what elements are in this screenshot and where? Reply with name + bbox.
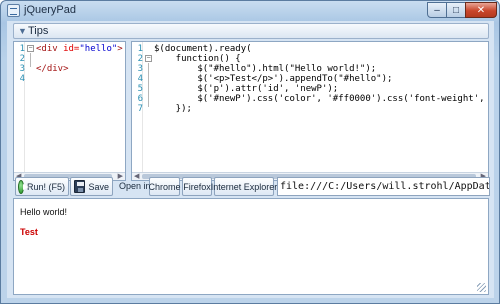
minimize-button[interactable]: – [427,2,447,18]
resize-grip-icon[interactable] [477,283,486,292]
line-number-gutter: 1 2 3 4 [14,42,25,180]
line-number: 1 [137,44,143,54]
fold-guide [148,63,149,107]
client-area: ▼ Tips 1 2 3 4 − <div id="hello"> </div>… [7,21,494,298]
code-line: $("#hello").html("Hello world!"); [154,64,377,74]
line-number: 5 [137,84,143,94]
app-icon [7,4,20,17]
code-line: <div id="hello"> [36,44,123,54]
line-number: 3 [137,64,143,74]
output-hello-text: Hello world! [20,207,68,217]
code-line: $(document).ready( [154,44,252,54]
code-line: }); [154,104,192,114]
floppy-disk-icon [74,180,86,193]
code-line: $('p').attr('id', 'newP'); [154,84,339,94]
line-number: 2 [137,54,143,64]
html-editor[interactable]: 1 2 3 4 − <div id="hello"> </div> ◀ ▶ [13,41,126,181]
run-label: Run! (F5) [26,181,65,192]
fold-toggle-icon[interactable]: − [145,55,152,62]
toolbar: Run! (F5) Save Open in: Chrome Firefox I… [13,177,490,199]
line-number: 4 [19,74,25,84]
line-number: 7 [137,104,143,114]
line-number: 1 [19,44,25,54]
code-line: $('<p>Test</p>').appendTo("#hello"); [154,74,393,84]
run-button[interactable]: Run! (F5) [15,177,69,196]
js-editor[interactable]: 1 2 3 4 5 6 7 − $(document).ready( funct… [131,41,489,181]
close-button[interactable]: ✕ [465,2,497,18]
tips-expander[interactable]: ▼ Tips [13,23,489,39]
chevron-down-icon: ▼ [18,26,27,36]
save-button[interactable]: Save [70,177,113,196]
code-line: function() { [154,54,241,64]
output-test-text: Test [20,227,38,237]
line-number-gutter: 1 2 3 4 5 6 7 [132,42,143,180]
window-title: jQueryPad [24,4,76,16]
fold-toggle-icon[interactable]: − [27,45,34,52]
run-icon [18,179,29,194]
save-label: Save [88,181,109,192]
open-in-chrome-button[interactable]: Chrome [149,177,181,196]
maximize-button[interactable]: □ [446,2,466,18]
tips-label: Tips [28,25,49,37]
code-line: </div> [36,64,69,74]
open-in-firefox-button[interactable]: Firefox [182,177,212,196]
open-in-internet-explorer-button[interactable]: Internet Explorer [211,177,277,196]
line-number: 2 [19,54,25,64]
fold-guide [30,53,31,67]
code-line: $('#newP').css('color', '#ff0000').css('… [197,94,485,104]
line-number: 6 [137,94,143,104]
title-bar[interactable]: jQueryPad – □ ✕ [1,1,499,21]
app-window: jQueryPad – □ ✕ ▼ Tips 1 2 3 4 − <div id… [0,0,500,304]
line-number: 4 [137,74,143,84]
file-path-field[interactable]: file:///C:/Users/will.strohl/AppData/Loc… [277,177,490,196]
output-pane: Hello world! Test [13,198,489,295]
line-number: 3 [19,64,25,74]
